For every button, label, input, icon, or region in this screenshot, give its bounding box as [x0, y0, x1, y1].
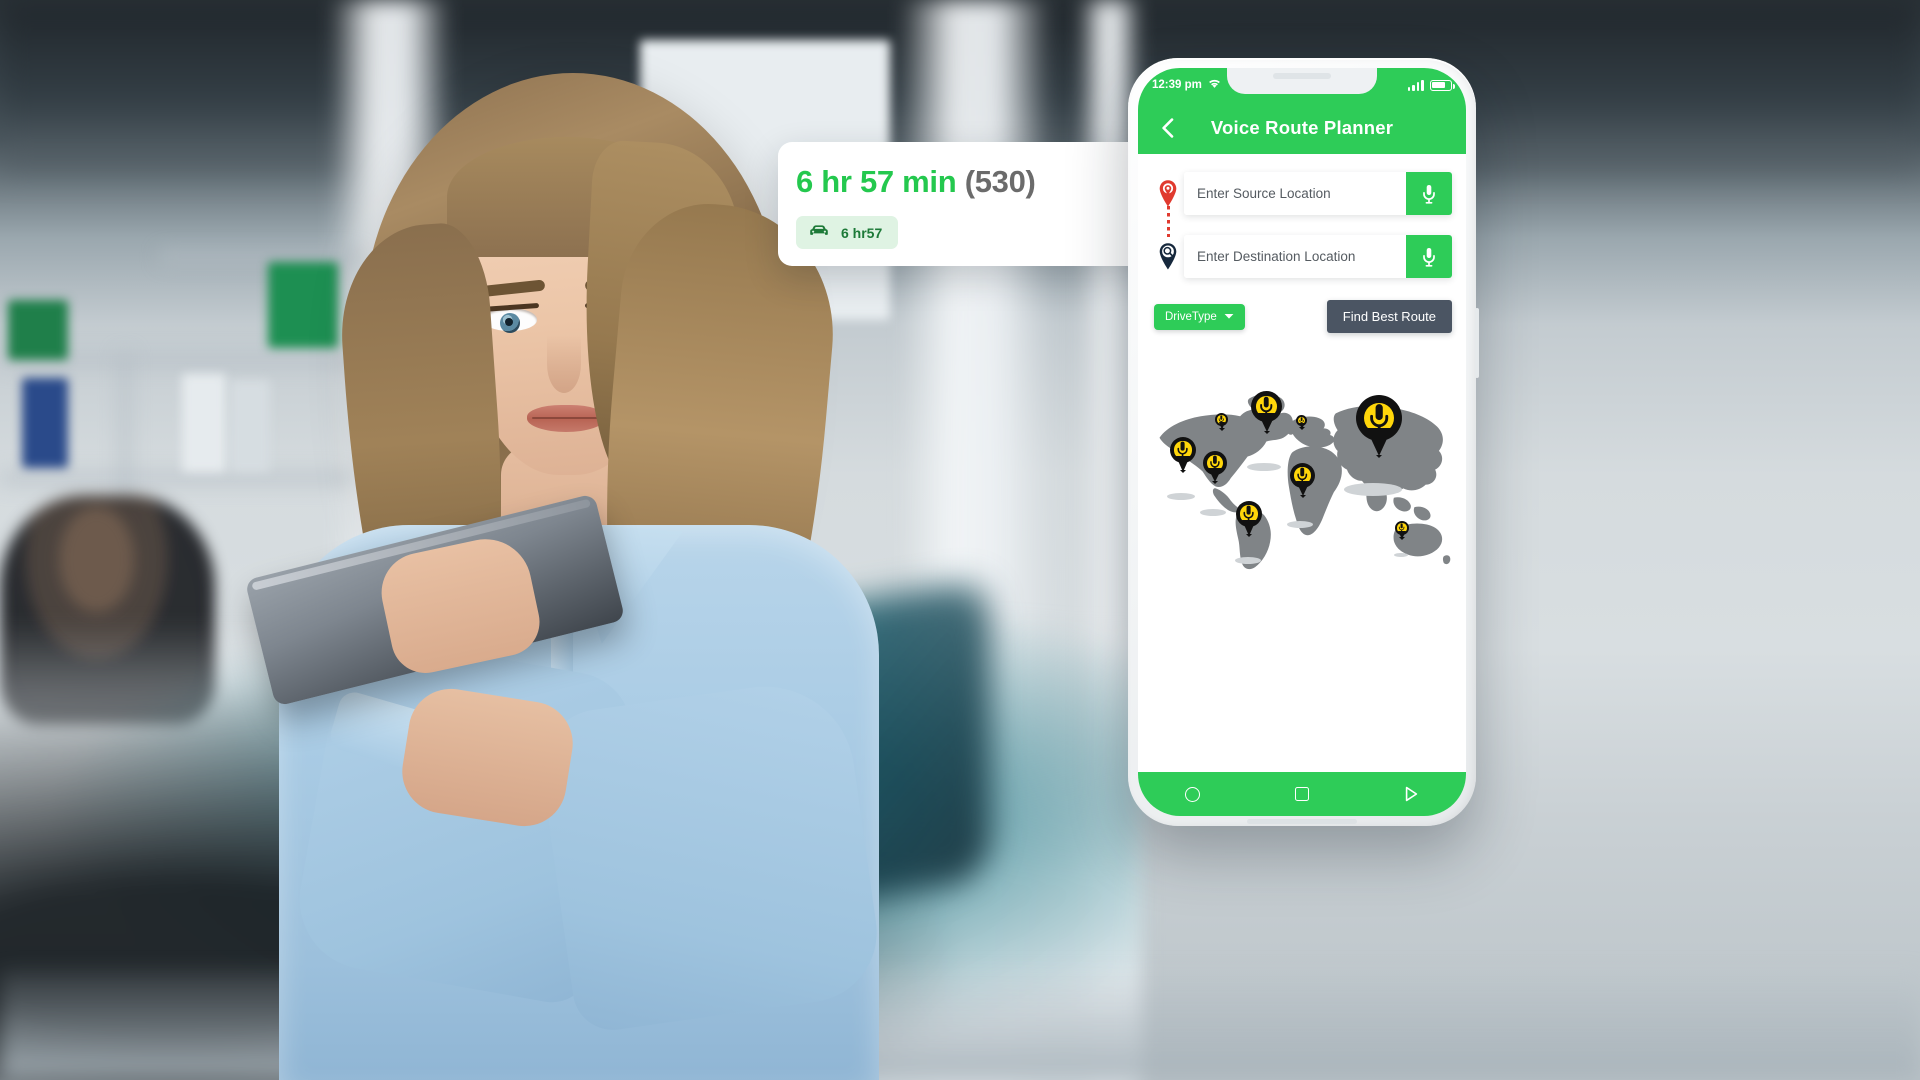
phone-power-button[interactable]	[1475, 308, 1479, 378]
pin-shadow-australia	[1393, 553, 1408, 557]
pin-shadow-asia	[1344, 483, 1402, 496]
controls-row: DriveType Find Best Route	[1154, 300, 1452, 333]
phone-screen: 12:39 pm Voice Route Planner Enter Sourc…	[1138, 68, 1466, 816]
phone-notch	[1227, 68, 1377, 94]
book-green-2	[8, 300, 68, 360]
drive-type-dropdown[interactable]: DriveType	[1154, 303, 1245, 330]
source-input[interactable]	[1184, 172, 1406, 215]
map-pin-search-icon	[1152, 242, 1184, 272]
pin-tail	[1366, 428, 1392, 457]
world-map	[1152, 379, 1452, 579]
eta-mode-duration: 6 hr57	[841, 224, 883, 241]
app-header: Voice Route Planner	[1138, 102, 1466, 154]
destination-microphone-icon[interactable]	[1406, 235, 1452, 278]
pin-asia[interactable]	[1356, 395, 1402, 460]
pin-tail	[1398, 531, 1406, 540]
earpiece-speaker	[1273, 73, 1331, 79]
pin-west-usa[interactable]	[1170, 437, 1196, 474]
destination-field-row	[1152, 235, 1452, 278]
square-recents-icon[interactable]	[1291, 783, 1313, 805]
map-pin-icon	[1152, 179, 1184, 209]
phone-bottom-speaker	[1247, 819, 1357, 824]
phone-mockup: 12:39 pm Voice Route Planner Enter Sourc…	[1128, 58, 1479, 826]
pin-north-africa[interactable]	[1296, 415, 1307, 431]
field-gap	[1152, 215, 1452, 235]
android-nav-bar	[1138, 772, 1466, 816]
eta-headline: 6 hr 57 min (530)	[796, 164, 1150, 200]
pin-tail	[1298, 422, 1305, 429]
eta-distance: (530)	[964, 164, 1036, 199]
drive-type-label: DriveType	[1165, 310, 1217, 323]
status-time: 12:39 pm	[1152, 79, 1202, 91]
eta-card: 6 hr 57 min (530) 6 hr57	[778, 142, 1150, 266]
destination-input-wrap[interactable]	[1184, 235, 1452, 278]
arm-right	[534, 674, 886, 1036]
chevron-left-icon[interactable]	[1154, 115, 1180, 141]
pin-canada-east[interactable]	[1251, 391, 1282, 435]
car-icon	[808, 223, 830, 242]
pin-tail	[1242, 519, 1256, 536]
pin-central-usa[interactable]	[1203, 451, 1227, 485]
destination-input[interactable]	[1184, 235, 1406, 278]
pin-tail	[1218, 422, 1225, 431]
book-blue-1	[22, 378, 68, 468]
pin-west-africa[interactable]	[1290, 463, 1315, 499]
app-body: DriveType Find Best Route	[1138, 154, 1466, 772]
signal-bars-icon	[1407, 79, 1424, 91]
circle-home-icon[interactable]	[1182, 783, 1204, 805]
chevron-down-icon	[1224, 311, 1234, 323]
book-white-1	[182, 374, 226, 472]
pin-shadow-west-usa	[1167, 493, 1195, 500]
status-bar: 12:39 pm	[1138, 68, 1466, 102]
wifi-icon	[1208, 79, 1221, 92]
pin-shadow-samerica	[1234, 557, 1261, 564]
source-field-row	[1152, 172, 1452, 215]
pin-tail	[1176, 455, 1190, 472]
app-title: Voice Route Planner	[1210, 117, 1394, 138]
pin-shadow-central	[1200, 509, 1226, 516]
pin-south-america[interactable]	[1236, 501, 1262, 538]
battery-icon	[1430, 79, 1456, 91]
source-microphone-icon[interactable]	[1406, 172, 1452, 215]
pin-shadow-africa	[1287, 521, 1313, 528]
pin-greenland[interactable]	[1215, 413, 1228, 431]
pin-tail	[1257, 413, 1276, 433]
pin-tail	[1208, 468, 1222, 483]
find-best-route-button[interactable]: Find Best Route	[1326, 300, 1452, 333]
pin-australia[interactable]	[1395, 521, 1409, 541]
eta-mode-pill: 6 hr57	[796, 216, 899, 249]
source-input-wrap[interactable]	[1184, 172, 1452, 215]
pin-tail	[1295, 481, 1310, 496]
pin-shadow-canada	[1246, 463, 1281, 471]
eta-duration: 6 hr 57 min	[796, 164, 957, 199]
triangle-back-icon[interactable]	[1400, 783, 1422, 805]
